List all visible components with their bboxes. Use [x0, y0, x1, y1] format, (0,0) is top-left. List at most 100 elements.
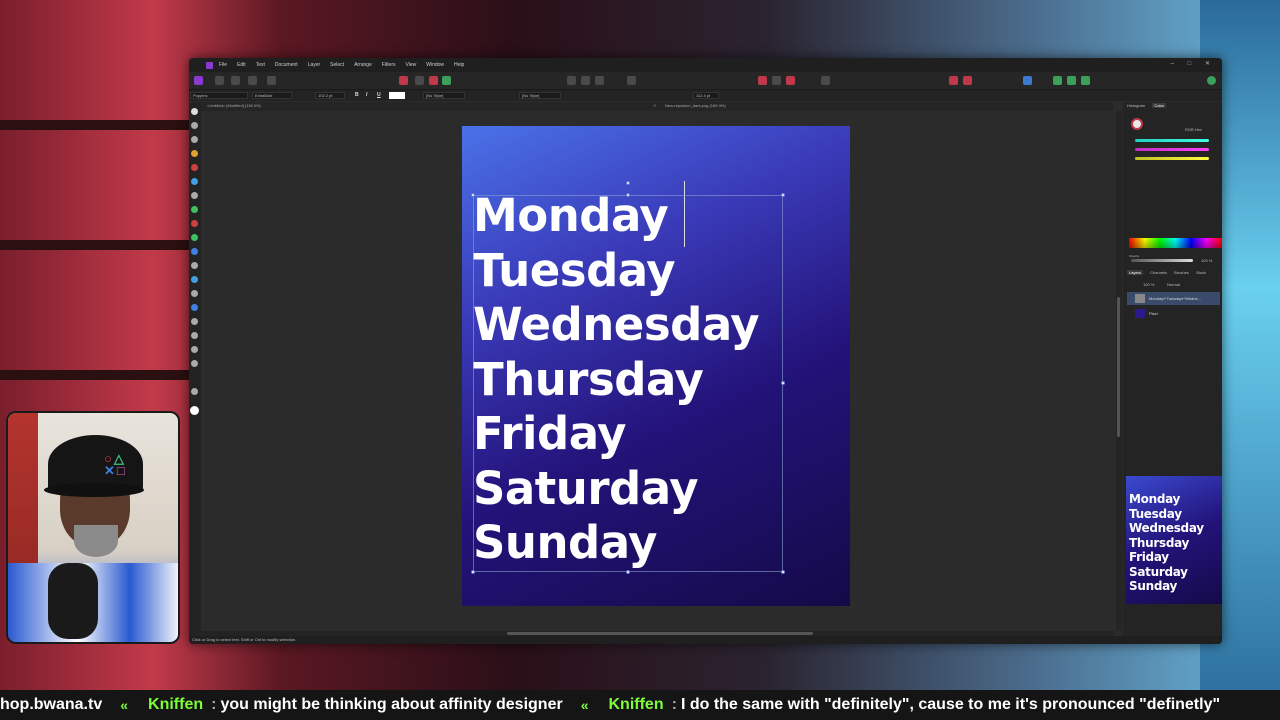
tone-mapping-persona-icon[interactable]	[248, 76, 257, 85]
navigator-preview[interactable]: Monday Tuesday Wednesday Thursday Friday…	[1126, 476, 1222, 604]
freehand-select-icon[interactable]	[191, 192, 198, 199]
view-tool-icon[interactable]	[191, 122, 198, 129]
move-tool-icon[interactable]	[191, 108, 198, 115]
tab-channels[interactable]: Channels	[1150, 270, 1167, 275]
menu-layer[interactable]: Layer	[308, 62, 321, 68]
green-slider[interactable]	[1135, 148, 1209, 151]
menu-window[interactable]: Window	[426, 62, 444, 68]
shape-icon[interactable]	[191, 332, 198, 339]
menu-edit[interactable]: Edit	[237, 62, 246, 68]
horizontal-scroll-thumb[interactable]	[507, 632, 813, 635]
resize-handle[interactable]	[626, 570, 630, 574]
resize-handle[interactable]	[781, 381, 785, 385]
menu-file[interactable]: File	[219, 62, 227, 68]
selection-icon[interactable]	[567, 76, 576, 85]
brush-icon[interactable]	[415, 76, 424, 85]
rotate-handle[interactable]	[626, 181, 630, 185]
color-mode-select[interactable]: RGB Hex	[1185, 127, 1202, 132]
color-spectrum[interactable]	[1129, 238, 1222, 248]
tab-histogram[interactable]: Histogram	[1127, 103, 1145, 108]
text-color-swatch[interactable]	[389, 92, 405, 99]
selection-add-icon[interactable]	[581, 76, 590, 85]
color-icon[interactable]	[429, 76, 438, 85]
tab-stock[interactable]: Stock	[1196, 270, 1206, 275]
font-size-input[interactable]: 102.2 pt	[315, 92, 345, 99]
italic-button[interactable]: I	[366, 92, 367, 98]
color-picker-icon[interactable]	[191, 220, 198, 227]
erase-icon[interactable]	[191, 248, 198, 255]
layer-opacity-value[interactable]: 100 %	[1143, 282, 1154, 287]
flood-select-icon[interactable]	[191, 164, 198, 171]
font-style-select[interactable]: ExtraBold	[252, 92, 292, 99]
selection-brush-icon[interactable]	[191, 150, 198, 157]
bold-button[interactable]: B	[355, 92, 359, 98]
tab-layers[interactable]: Layers	[1127, 270, 1144, 275]
blur-icon[interactable]	[191, 304, 198, 311]
artboard[interactable]: Monday Tuesday Wednesday Thursday Friday…	[462, 126, 850, 606]
menu-arrange[interactable]: Arrange	[354, 62, 372, 68]
red-slider[interactable]	[1135, 139, 1209, 142]
menu-select[interactable]: Select	[330, 62, 344, 68]
tab-close-icon[interactable]: ✕	[653, 103, 656, 108]
fill-icon[interactable]	[191, 234, 198, 241]
resize-handle[interactable]	[781, 193, 785, 197]
account-icon[interactable]	[1207, 76, 1216, 85]
underline-button[interactable]: U	[377, 92, 381, 98]
resize-handle[interactable]	[471, 193, 475, 197]
blend-mode-select[interactable]: Normal	[1167, 282, 1180, 287]
menu-document[interactable]: Document	[275, 62, 298, 68]
align-icon[interactable]	[949, 76, 958, 85]
assistant-icon[interactable]	[399, 76, 408, 85]
vertical-scroll-thumb[interactable]	[1117, 297, 1120, 437]
boolean-intersect-icon[interactable]	[1081, 76, 1090, 85]
arrange-front-icon[interactable]	[1023, 76, 1032, 85]
photo-persona-icon[interactable]	[194, 76, 203, 85]
window-controls[interactable]: – □ ✕	[1171, 60, 1216, 67]
healing-icon[interactable]	[191, 276, 198, 283]
artistic-text-icon[interactable]	[191, 346, 198, 353]
menu-help[interactable]: Help	[454, 62, 464, 68]
tab-new-repulsion[interactable]: New-repulsion_dark.png (169.4%)	[665, 103, 726, 108]
menu-filters[interactable]: Filters	[382, 62, 396, 68]
clone-icon[interactable]	[191, 262, 198, 269]
frame-text-icon[interactable]	[191, 360, 198, 367]
paint-brush-icon[interactable]	[191, 206, 198, 213]
view-mode-icon[interactable]	[821, 76, 830, 85]
color-swatch-icon[interactable]	[1131, 118, 1143, 130]
boolean-subtract-icon[interactable]	[1067, 76, 1076, 85]
boolean-add-icon[interactable]	[1053, 76, 1062, 85]
distribute-icon[interactable]	[963, 76, 972, 85]
menu-text[interactable]: Text	[256, 62, 265, 68]
resize-handle[interactable]	[626, 193, 630, 197]
leading-input[interactable]: 112.4 pt	[693, 92, 719, 99]
guides-icon[interactable]	[786, 76, 795, 85]
vertical-scrollbar[interactable]	[1116, 111, 1122, 631]
resize-handle[interactable]	[781, 570, 785, 574]
develop-persona-icon[interactable]	[231, 76, 240, 85]
character-style-select[interactable]: [No Style]	[423, 92, 465, 99]
opacity-slider[interactable]	[1131, 259, 1193, 262]
color-swatch-icon[interactable]	[190, 406, 199, 415]
layer-row-pixel[interactable]: Pixel	[1127, 307, 1220, 320]
menu-view[interactable]: View	[406, 62, 417, 68]
paragraph-style-select[interactable]: [No Style]	[519, 92, 561, 99]
crop-tool-icon[interactable]	[191, 136, 198, 143]
layer-row-text[interactable]: Monday↵Tuesday↵Wedne...	[1127, 292, 1220, 305]
tab-color[interactable]: Color	[1152, 103, 1166, 108]
canvas-workspace[interactable]: Monday Tuesday Wednesday Thursday Friday…	[201, 111, 1116, 631]
selection-subtract-icon[interactable]	[595, 76, 604, 85]
pen-icon[interactable]	[191, 318, 198, 325]
resize-handle[interactable]	[471, 570, 475, 574]
tab-untitled[interactable]: <Untitled> [Modified] (118.9%)	[207, 103, 261, 108]
font-family-select[interactable]: Poppins	[190, 92, 248, 99]
marquee-icon[interactable]	[191, 178, 198, 185]
dodge-icon[interactable]	[191, 290, 198, 297]
snapping-icon[interactable]	[758, 76, 767, 85]
liquify-persona-icon[interactable]	[215, 76, 224, 85]
zoom-tool-icon[interactable]	[191, 388, 198, 395]
blue-slider[interactable]	[1135, 157, 1209, 160]
selection-bounding-box[interactable]	[471, 181, 785, 574]
grid-icon[interactable]	[772, 76, 781, 85]
quick-mask-icon[interactable]	[627, 76, 636, 85]
tab-brushes[interactable]: Brushes	[1174, 270, 1189, 275]
